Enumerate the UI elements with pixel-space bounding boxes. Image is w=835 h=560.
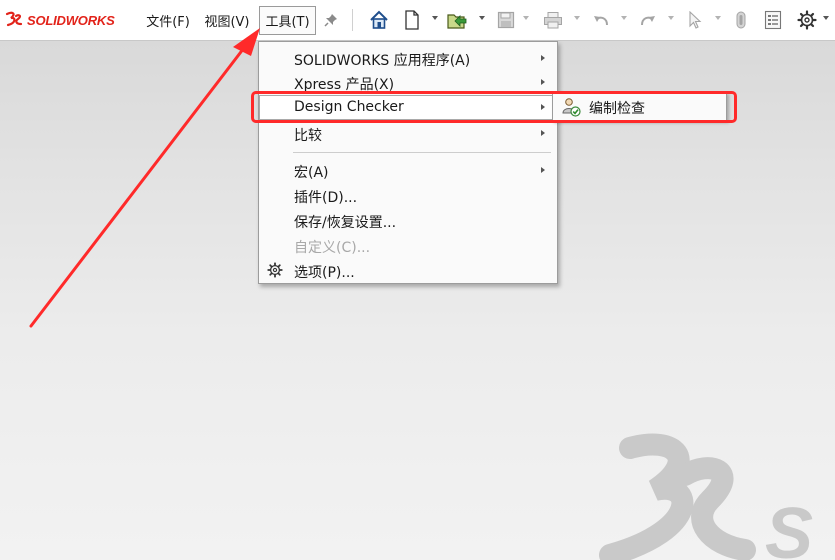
new-dropdown-caret[interactable]	[432, 16, 438, 20]
select-pointer-icon[interactable]	[684, 9, 706, 31]
select-dropdown-caret[interactable]	[715, 16, 721, 20]
menu-item-macro[interactable]: 宏(A)	[259, 158, 557, 183]
menu-item-label: 选项(P)...	[294, 265, 355, 281]
print-icon[interactable]	[542, 9, 564, 31]
options-gear-icon[interactable]	[796, 9, 818, 31]
top-toolbar: SOLIDWORKS 文件(F) 视图(V) 工具(T)	[0, 0, 835, 41]
file-properties-icon[interactable]	[762, 9, 784, 31]
menu-item-label: SOLIDWORKS 应用程序(A)	[294, 53, 471, 69]
submenu-arrow-icon	[541, 130, 545, 136]
menu-item-label: 比较	[294, 128, 322, 144]
undo-icon[interactable]	[590, 9, 612, 31]
print-dropdown-caret[interactable]	[574, 16, 580, 20]
pin-icon[interactable]	[320, 9, 342, 31]
menu-item-options[interactable]: 选项(P)...	[259, 258, 557, 283]
submenu-arrow-icon	[541, 55, 545, 61]
rebuild-icon[interactable]	[730, 9, 752, 31]
svg-text:S: S	[765, 494, 813, 560]
brand-name: SOLIDWORKS	[27, 12, 115, 28]
save-dropdown-caret[interactable]	[523, 16, 529, 20]
open-icon[interactable]	[446, 9, 468, 31]
redo-icon[interactable]	[637, 9, 659, 31]
redo-dropdown-caret[interactable]	[668, 16, 674, 20]
menu-item-label: 插件(D)...	[294, 190, 358, 206]
undo-dropdown-caret[interactable]	[621, 16, 627, 20]
options-gear-icon	[267, 262, 283, 282]
ds-logo-icon	[4, 10, 24, 30]
menu-item-label: 宏(A)	[294, 165, 329, 181]
submenu-arrow-icon	[541, 167, 545, 173]
tools-menu: SOLIDWORKS 应用程序(A) Xpress 产品(X) Design C…	[258, 41, 558, 284]
save-icon[interactable]	[495, 9, 517, 31]
menu-separator	[293, 152, 551, 153]
menu-item-label: 保存/恢复设置...	[294, 215, 397, 231]
menu-item-label: 自定义(C)...	[294, 240, 371, 256]
submenu-arrow-icon	[541, 79, 545, 85]
solidworks-logo[interactable]: SOLIDWORKS	[4, 9, 115, 31]
ds-watermark-logo: S	[560, 420, 835, 560]
menu-item-compare[interactable]: 比较	[259, 121, 557, 146]
toolbar-separator	[352, 9, 353, 31]
new-document-icon[interactable]	[401, 9, 423, 31]
open-dropdown-caret[interactable]	[479, 16, 485, 20]
annotation-highlight-box	[251, 91, 737, 123]
menu-tools[interactable]: 工具(T)	[259, 6, 316, 35]
menu-file[interactable]: 文件(F)	[143, 6, 193, 35]
menu-item-customize: 自定义(C)...	[259, 233, 557, 258]
menu-view[interactable]: 视图(V)	[201, 6, 253, 35]
menu-item-solidworks-apps[interactable]: SOLIDWORKS 应用程序(A)	[259, 46, 557, 71]
menu-item-save-restore-settings[interactable]: 保存/恢复设置...	[259, 208, 557, 233]
home-icon[interactable]	[368, 9, 390, 31]
menu-item-add-ins[interactable]: 插件(D)...	[259, 183, 557, 208]
options-dropdown-caret[interactable]	[823, 16, 829, 20]
